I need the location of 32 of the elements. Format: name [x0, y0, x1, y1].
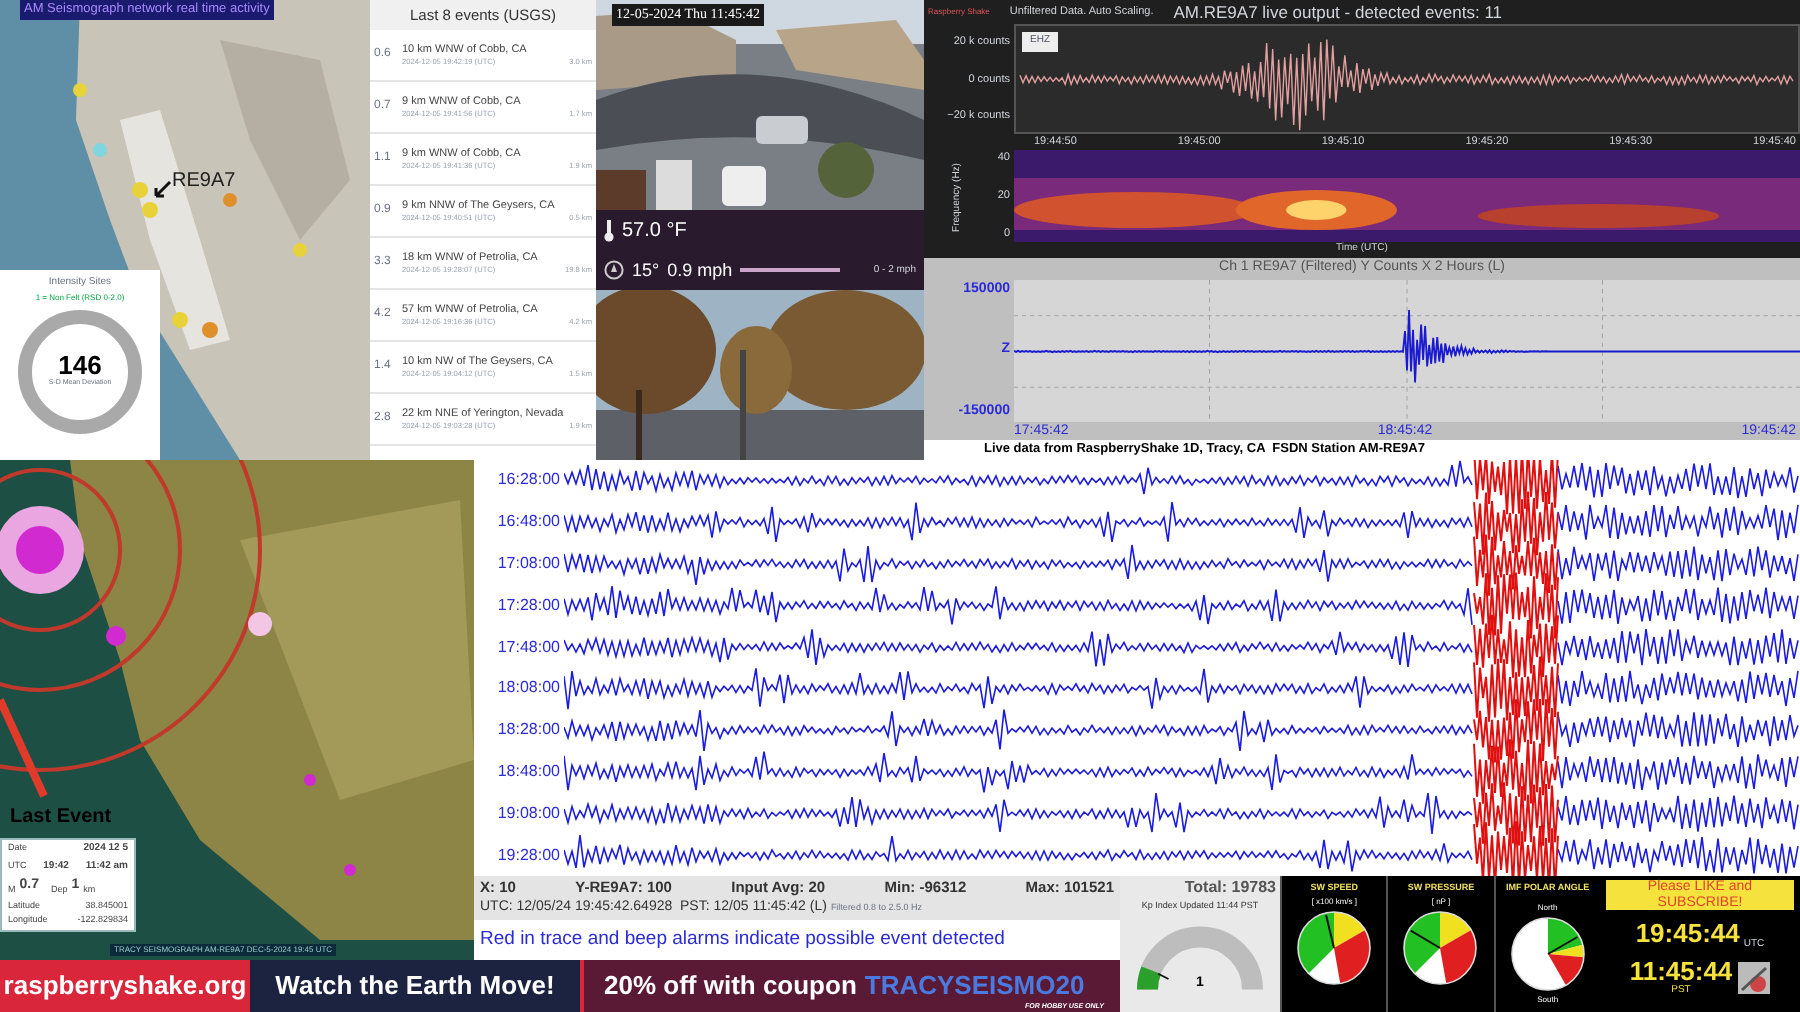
compass-icon	[604, 260, 624, 281]
arrow-icon	[152, 180, 172, 200]
coupon-code: TRACYSEISMO20	[864, 972, 1085, 998]
gauge-drawing	[1294, 907, 1375, 988]
site-link[interactable]: raspberryshake.org	[0, 960, 250, 1012]
total-count: Total: 19783	[1184, 876, 1278, 900]
time-label: 16:48:00	[497, 510, 560, 535]
utc-clock: 19:45:44	[1635, 916, 1740, 953]
gauge-drawing	[1507, 913, 1588, 994]
thermometer-icon	[604, 219, 614, 242]
alarm-notice: Red in trace and beep alarms indicate possible event detected	[474, 919, 1120, 960]
station-label: RE9A7	[172, 168, 236, 196]
slogan-banner: Watch the Earth Move!	[250, 960, 584, 1012]
time-label: 18:48:00	[497, 759, 560, 784]
time-label: 19:08:00	[497, 801, 560, 826]
time-label: 17:28:00	[497, 593, 560, 618]
local-clock: 11:45:44	[1629, 957, 1733, 984]
offer-text: 20% off with coupon	[604, 972, 857, 998]
wind-speed: 0.9 mph	[667, 257, 733, 284]
last-event-heading: Last Event	[10, 804, 112, 832]
intensity-value: 146	[58, 352, 102, 379]
time-label: 16:28:00	[497, 468, 560, 493]
time-label: 17:48:00	[497, 635, 560, 660]
wind-direction: 15°	[632, 257, 660, 284]
plot-title: AM.RE9A7 live output - detected events: 11	[1173, 0, 1503, 25]
time-label: 18:08:00	[497, 676, 560, 701]
time-label: 19:28:00	[497, 843, 560, 868]
temperature-reading: 57.0 °F	[622, 217, 687, 246]
time-label: 17:08:00	[497, 551, 560, 576]
wind-bar	[740, 268, 841, 273]
time-label: 18:28:00	[497, 718, 560, 743]
gauge-drawing	[1400, 907, 1481, 988]
